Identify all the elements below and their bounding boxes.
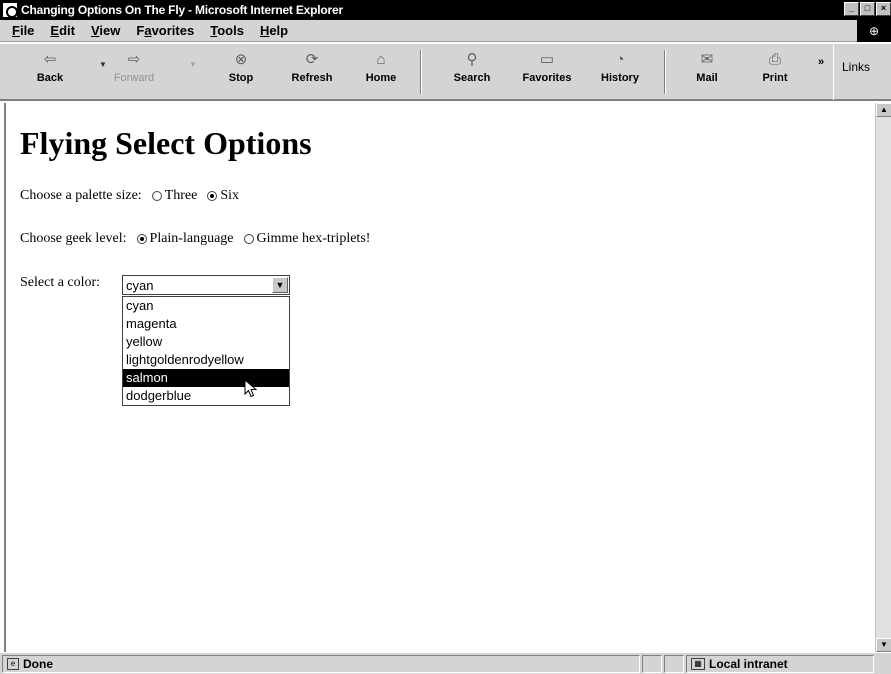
forward-label: Forward bbox=[113, 72, 155, 84]
back-dropdown-icon[interactable]: ▼ bbox=[94, 48, 107, 96]
security-zone-panel: ▦ Local intranet bbox=[686, 654, 874, 673]
menu-favorites[interactable]: Favorites bbox=[128, 23, 202, 38]
geek-hex-label[interactable]: Gimme hex-triplets! bbox=[257, 231, 371, 247]
palette-six-radio[interactable] bbox=[207, 191, 218, 201]
color-option[interactable]: lightgoldenrodyellow bbox=[123, 351, 289, 369]
print-label: Print bbox=[762, 72, 788, 84]
color-option[interactable]: cyan bbox=[123, 297, 289, 315]
links-label: Links bbox=[842, 60, 871, 74]
mail-label: Mail bbox=[696, 72, 718, 84]
favorites-button[interactable]: ▭ Favorites bbox=[514, 48, 580, 96]
maximize-button[interactable]: □ bbox=[860, 2, 875, 16]
favorites-folder-icon: ▭ bbox=[539, 51, 555, 68]
mouse-cursor-icon bbox=[244, 379, 258, 398]
page-content: Flying Select Options Choose a palette s… bbox=[4, 103, 875, 652]
geek-row: Choose geek level: Plain-language Gimme … bbox=[20, 231, 370, 247]
menu-edit[interactable]: Edit bbox=[42, 23, 83, 38]
page-title: Flying Select Options bbox=[20, 125, 312, 161]
forward-arrow-icon: ⇨ bbox=[127, 51, 141, 68]
refresh-button[interactable]: ⟳ Refresh bbox=[284, 48, 340, 96]
toolbar-separator bbox=[664, 50, 666, 94]
menu-view[interactable]: View bbox=[83, 23, 128, 38]
status-cell bbox=[642, 654, 662, 673]
color-option[interactable]: dodgerblue bbox=[123, 387, 289, 405]
chevron-icon[interactable]: » bbox=[818, 56, 824, 68]
mail-button[interactable]: ✉ Mail bbox=[684, 48, 730, 96]
stop-button[interactable]: ⊗ Stop bbox=[218, 48, 264, 96]
back-label: Back bbox=[36, 72, 64, 84]
status-cell bbox=[664, 654, 684, 673]
scroll-up-icon[interactable]: ▲ bbox=[876, 103, 891, 117]
home-label: Home bbox=[365, 72, 397, 84]
search-button[interactable]: ⚲ Search bbox=[444, 48, 500, 96]
history-label: History bbox=[601, 72, 639, 84]
menu-file[interactable]: File bbox=[4, 23, 42, 38]
palette-three-label[interactable]: Three bbox=[165, 188, 198, 204]
forward-button[interactable]: ⇨ Forward bbox=[104, 48, 164, 96]
windows-logo-icon: ⊕ bbox=[857, 20, 891, 42]
refresh-icon: ⟳ bbox=[305, 51, 319, 68]
status-text-panel: e Done bbox=[2, 654, 640, 673]
vertical-scrollbar[interactable]: ▲ ▼ bbox=[875, 103, 891, 652]
home-button[interactable]: ⌂ Home bbox=[358, 48, 404, 96]
title-bar: Changing Options On The Fly - Microsoft … bbox=[0, 0, 891, 20]
geek-hex-radio[interactable] bbox=[243, 234, 254, 244]
window-controls: _ □ × bbox=[844, 2, 891, 16]
mail-icon: ✉ bbox=[700, 51, 714, 68]
window-title: Changing Options On The Fly - Microsoft … bbox=[21, 3, 343, 17]
ie-page-icon bbox=[3, 3, 18, 18]
palette-label: Choose a palette size: bbox=[20, 188, 142, 203]
intranet-icon: ▦ bbox=[691, 657, 705, 670]
print-button[interactable]: ⎙ Print bbox=[752, 48, 798, 96]
color-row: Select a color: bbox=[20, 275, 100, 291]
search-label: Search bbox=[453, 72, 491, 84]
color-select-value: cyan bbox=[126, 278, 154, 293]
color-option-highlighted[interactable]: salmon bbox=[123, 369, 289, 387]
stop-icon: ⊗ bbox=[234, 51, 248, 68]
refresh-label: Refresh bbox=[291, 72, 333, 84]
menu-help[interactable]: Help bbox=[252, 23, 296, 38]
forward-dropdown-icon[interactable]: ▼ bbox=[184, 48, 197, 96]
palette-six-label[interactable]: Six bbox=[220, 188, 239, 204]
page-done-icon: e bbox=[7, 657, 19, 670]
palette-row: Choose a palette size: Three Six bbox=[20, 188, 239, 204]
search-icon: ⚲ bbox=[466, 51, 478, 68]
palette-three-radio[interactable] bbox=[151, 191, 162, 201]
color-option[interactable]: magenta bbox=[123, 315, 289, 333]
toolbar-separator bbox=[420, 50, 422, 94]
links-bar[interactable]: » Links bbox=[818, 44, 891, 100]
color-label: Select a color: bbox=[20, 275, 101, 290]
color-dropdown-list[interactable]: cyan magenta yellow lightgoldenrodyellow… bbox=[122, 296, 290, 406]
minimize-button[interactable]: _ bbox=[844, 2, 859, 16]
color-option[interactable]: yellow bbox=[123, 333, 289, 351]
favorites-label: Favorites bbox=[522, 72, 572, 84]
close-button[interactable]: × bbox=[876, 2, 891, 16]
back-arrow-icon: ⇦ bbox=[43, 51, 57, 68]
status-bar: e Done ▦ Local intranet bbox=[0, 652, 891, 674]
chevron-down-icon[interactable]: ▼ bbox=[272, 277, 288, 293]
back-button[interactable]: ⇦ Back bbox=[28, 48, 72, 96]
color-select[interactable]: cyan ▼ bbox=[122, 275, 290, 295]
home-icon: ⌂ bbox=[376, 51, 386, 68]
stop-label: Stop bbox=[228, 72, 254, 84]
history-icon: ◔ bbox=[615, 51, 625, 68]
scroll-down-icon[interactable]: ▼ bbox=[876, 638, 891, 652]
geek-label: Choose geek level: bbox=[20, 231, 127, 246]
print-icon: ⎙ bbox=[768, 51, 781, 68]
geek-plain-label[interactable]: Plain-language bbox=[150, 231, 234, 247]
history-button[interactable]: ◔ History bbox=[592, 48, 648, 96]
zone-text: Local intranet bbox=[709, 656, 788, 671]
menu-tools[interactable]: Tools bbox=[202, 23, 252, 38]
toolbar: ⇦ Back ▼ ⇨ Forward ▼ ⊗ Stop ⟳ Refresh ⌂ … bbox=[0, 43, 891, 101]
geek-plain-radio[interactable] bbox=[136, 234, 147, 244]
menu-bar: File Edit View Favorites Tools Help ⊕ bbox=[0, 20, 891, 42]
status-text: Done bbox=[23, 656, 53, 671]
